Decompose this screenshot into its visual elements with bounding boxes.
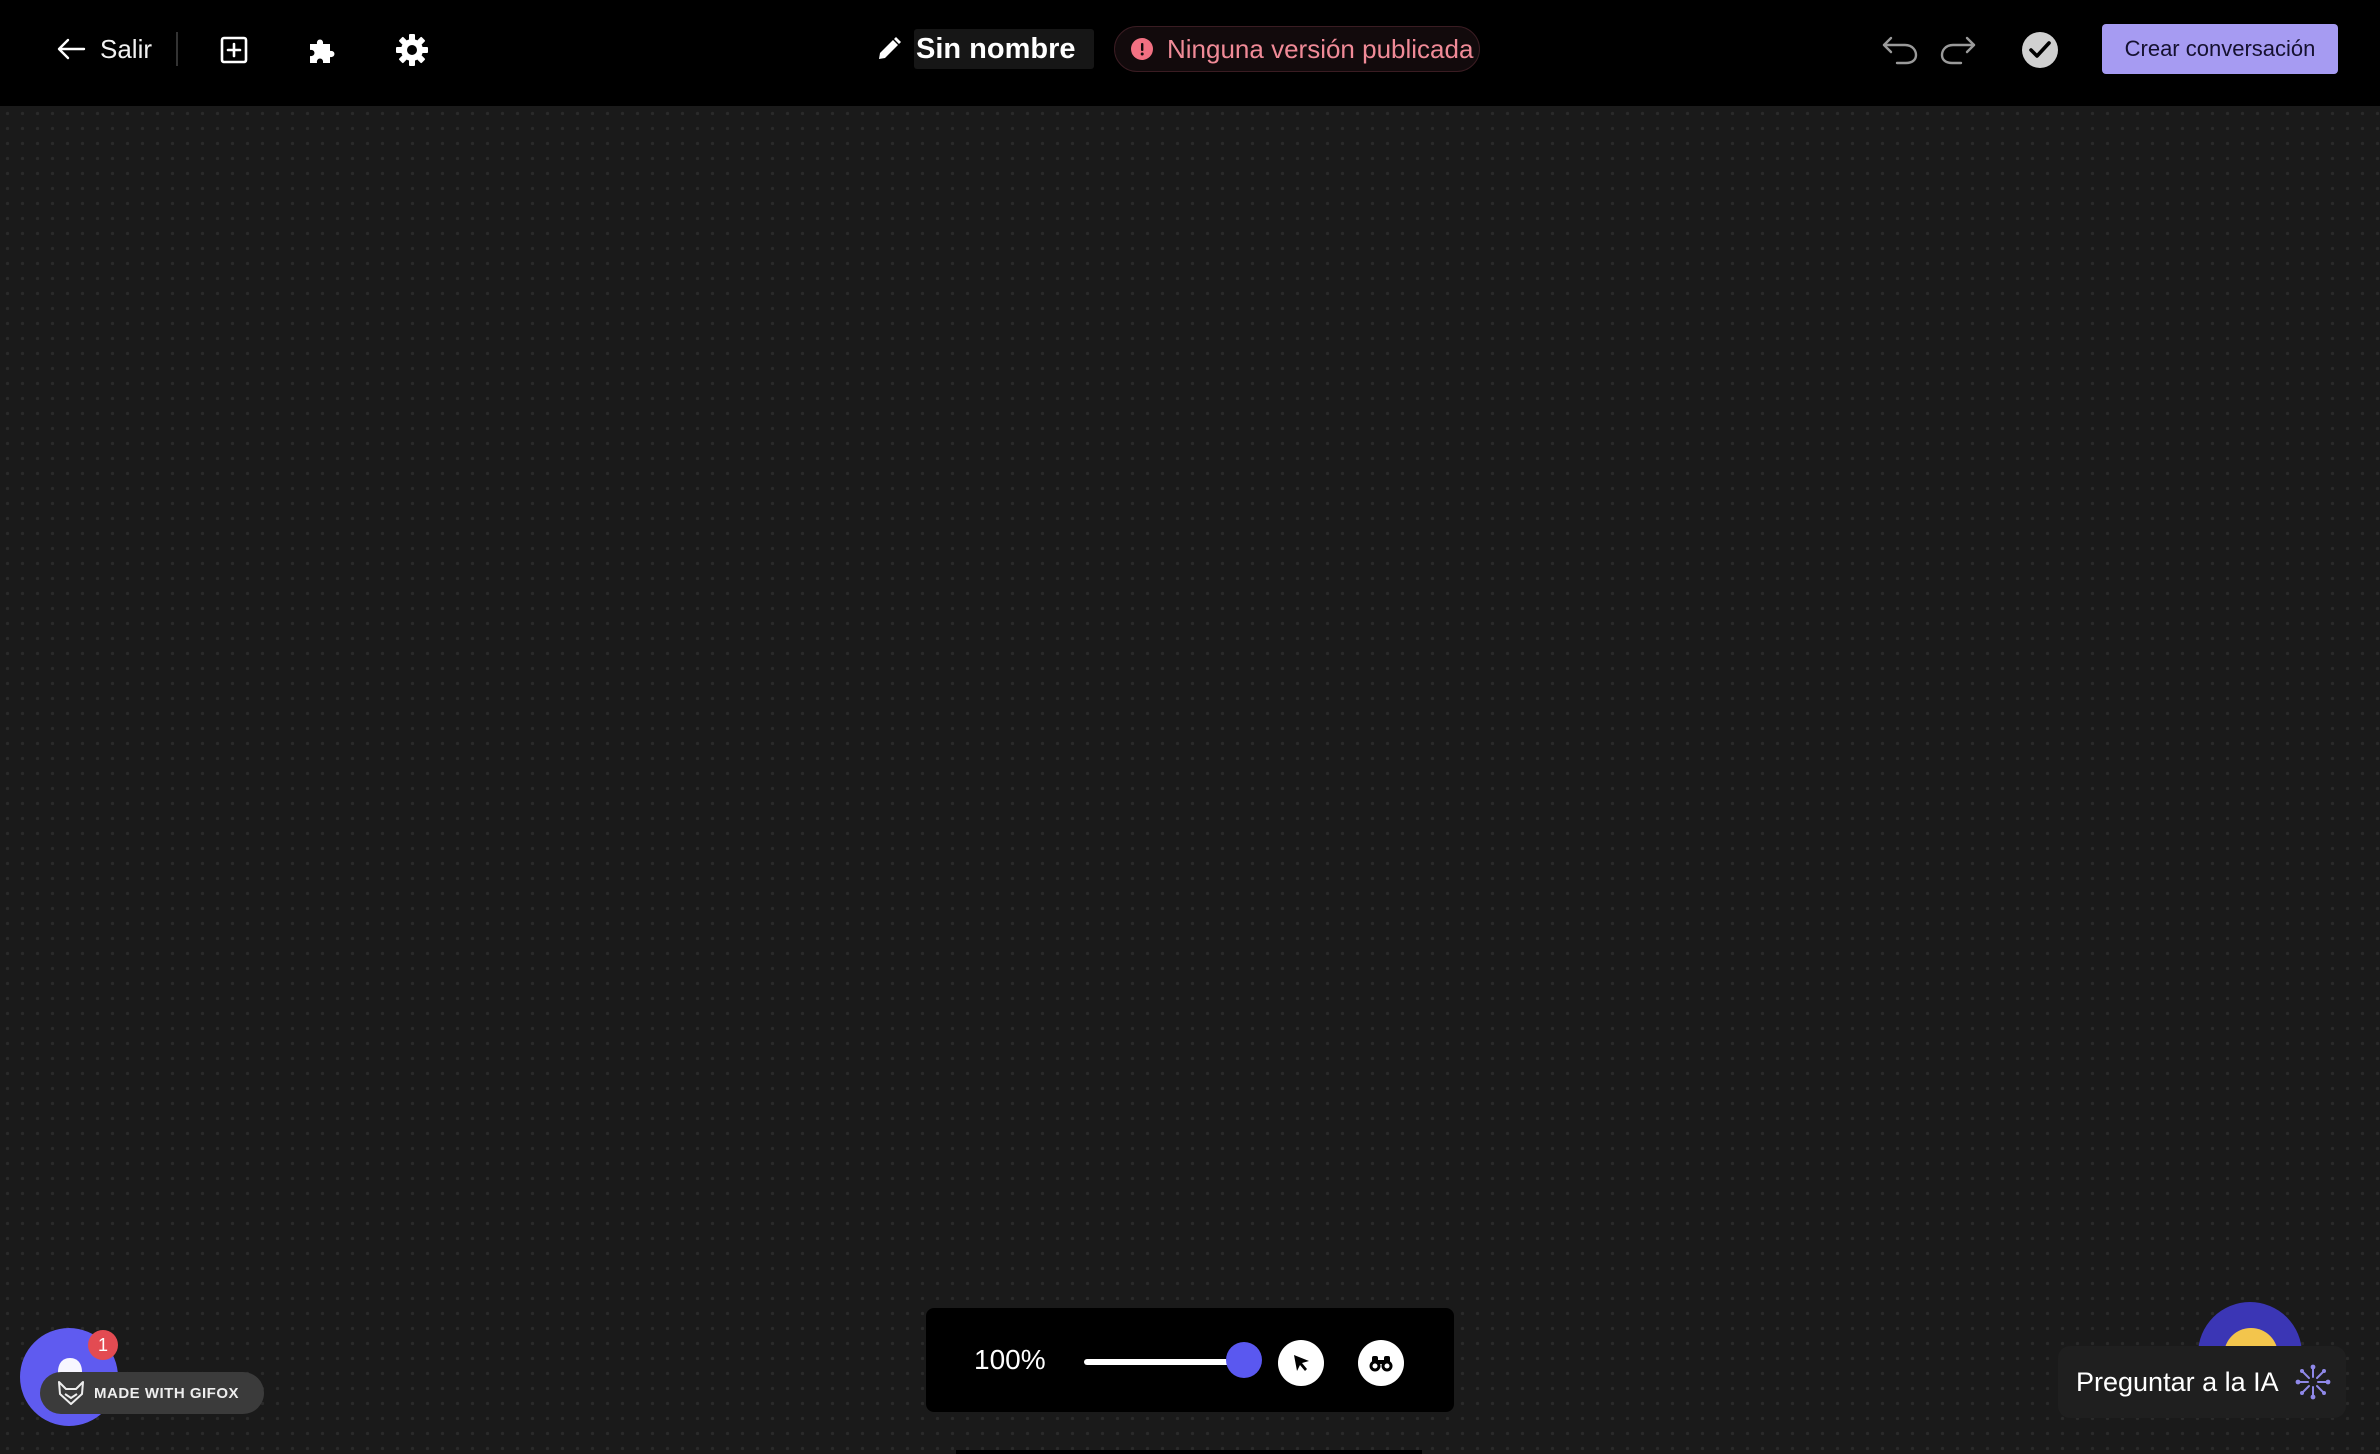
ask-ai-button[interactable]: Preguntar a la IA <box>2058 1346 2346 1418</box>
toolbar-divider <box>176 32 178 66</box>
binoculars-icon <box>1369 1356 1393 1372</box>
gear-icon <box>396 34 428 66</box>
title-input[interactable]: Sin nombre <box>914 29 1094 69</box>
add-button[interactable] <box>208 24 260 76</box>
settings-button[interactable] <box>386 24 438 76</box>
zoom-slider-track[interactable] <box>1084 1359 1244 1365</box>
publish-status-badge: Ninguna versión publicada <box>1114 26 1480 72</box>
flow-canvas[interactable] <box>0 106 2380 1454</box>
redo-button[interactable] <box>1932 24 1984 76</box>
zoom-controls: 100% <box>926 1308 1454 1412</box>
check-circle-icon <box>2022 32 2058 68</box>
create-conversation-button[interactable]: Crear conversación <box>2102 24 2338 74</box>
notification-badge: 1 <box>88 1330 118 1360</box>
undo-icon <box>1882 36 1918 65</box>
pencil-icon <box>879 37 901 59</box>
puzzle-icon <box>310 39 335 63</box>
gifox-watermark: MADE WITH GIFOX <box>40 1372 264 1414</box>
redo-icon <box>1940 36 1976 65</box>
pointer-tool-button[interactable] <box>1278 1340 1324 1386</box>
add-square-icon <box>220 36 248 64</box>
ask-ai-label: Preguntar a la IA <box>2076 1366 2279 1397</box>
gifox-label: MADE WITH GIFOX <box>94 1384 239 1402</box>
top-toolbar: Salir Sin nombre Ninguna versión publica… <box>0 0 2380 106</box>
title-area: Sin nombre <box>876 28 1094 70</box>
sparkle-icon <box>2295 1364 2331 1400</box>
fox-logo-icon <box>58 1381 84 1405</box>
bottom-handle <box>956 1450 1422 1454</box>
pointer-icon <box>1294 1355 1309 1371</box>
alert-icon <box>1131 38 1153 60</box>
save-check-button[interactable] <box>2014 24 2066 76</box>
arrow-left-icon <box>57 38 86 60</box>
zoom-level: 100% <box>974 1344 1046 1375</box>
binoculars-tool-button[interactable] <box>1358 1340 1404 1386</box>
publish-status-text: Ninguna versión publicada <box>1167 33 1474 64</box>
plugins-button[interactable] <box>296 24 348 76</box>
zoom-slider-thumb[interactable] <box>1226 1342 1262 1378</box>
exit-label: Salir <box>100 33 153 64</box>
undo-button[interactable] <box>1874 24 1926 76</box>
exit-button[interactable]: Salir <box>56 26 152 72</box>
